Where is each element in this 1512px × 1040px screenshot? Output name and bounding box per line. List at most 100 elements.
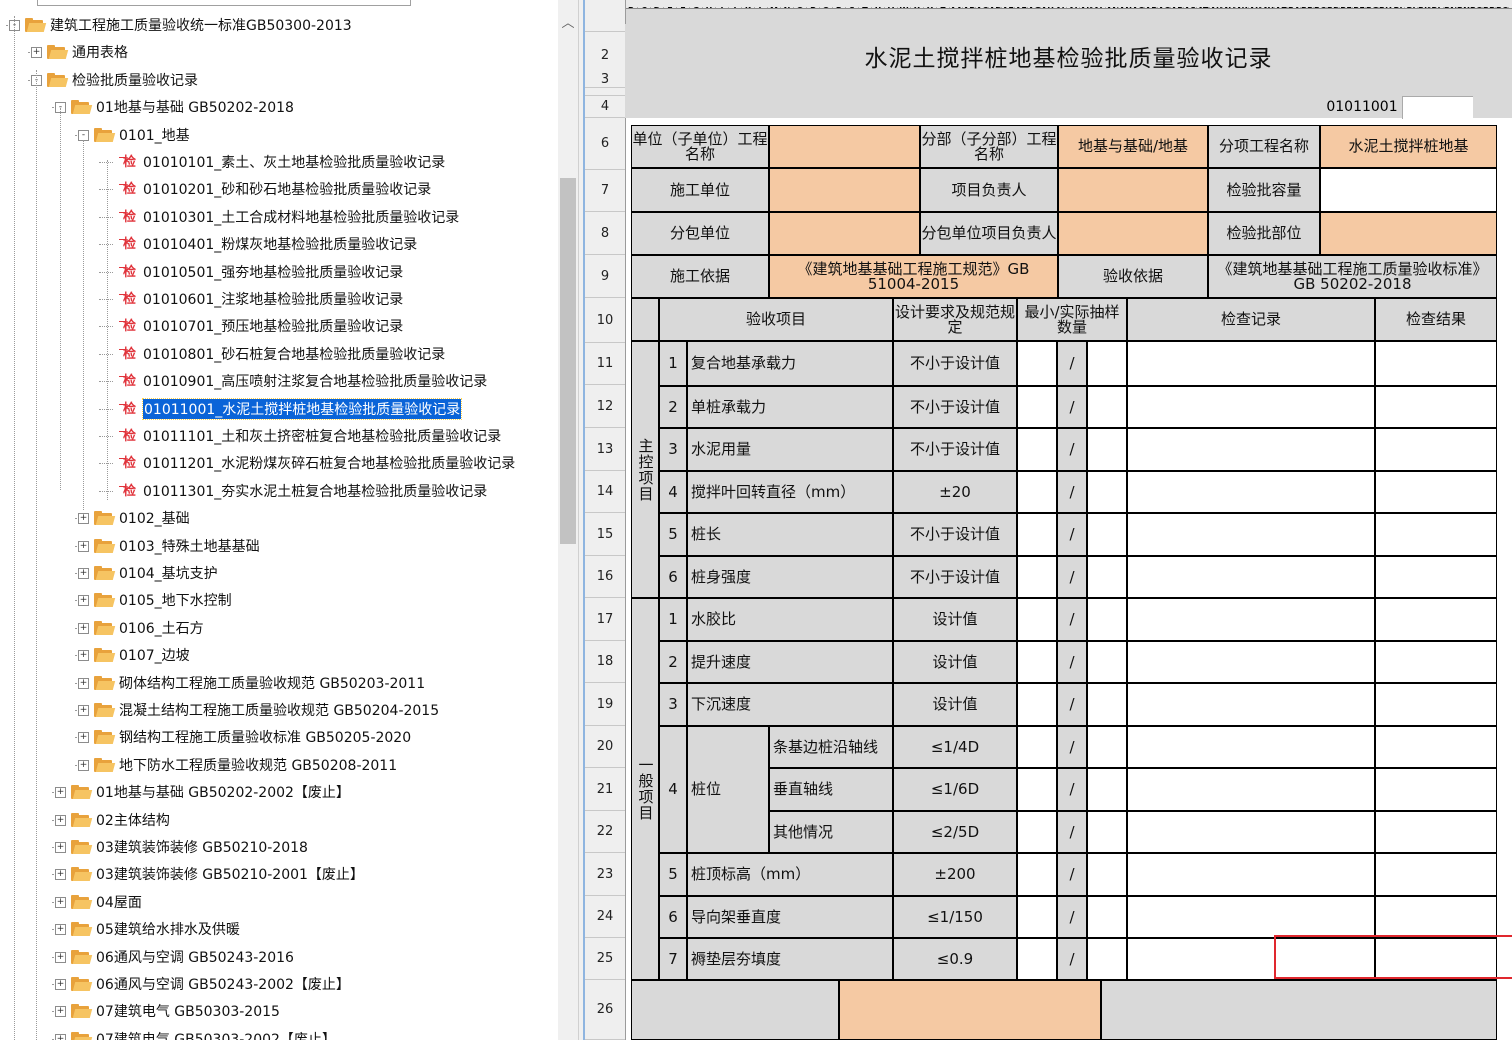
check-result[interactable] (1375, 556, 1497, 598)
sample-min[interactable] (1017, 726, 1057, 768)
expand-icon[interactable]: + (78, 622, 89, 634)
tree-item-folder[interactable]: + 通用表格 (0, 38, 556, 65)
column-letter[interactable]: BL (1431, 7, 1444, 8)
check-record[interactable] (1127, 726, 1375, 768)
row-number[interactable]: 18 (585, 641, 625, 683)
column-letter[interactable]: AA (950, 7, 963, 8)
row-number[interactable]: 4 (585, 96, 625, 118)
column-letter[interactable]: AN (1119, 7, 1132, 8)
column-letter[interactable]: R (833, 7, 846, 8)
tree-item-folder[interactable]: +0106_土石方 (0, 614, 556, 641)
column-letter[interactable]: AH (1041, 7, 1054, 8)
column-letter[interactable]: U (872, 7, 885, 8)
column-letter[interactable]: AS (1184, 7, 1197, 8)
row-number[interactable]: 23 (585, 853, 625, 896)
expand-icon[interactable]: + (78, 595, 89, 607)
column-letter[interactable]: AZ (1275, 7, 1288, 8)
sample-min[interactable] (1017, 768, 1057, 811)
check-result[interactable] (1375, 726, 1497, 768)
check-record[interactable] (1127, 513, 1375, 556)
column-letter[interactable]: AW (1236, 7, 1249, 8)
check-record[interactable] (1127, 428, 1375, 471)
check-result[interactable] (1375, 768, 1497, 811)
sample-min[interactable] (1017, 556, 1057, 598)
column-letter[interactable]: AE (1002, 7, 1015, 8)
column-letter[interactable]: S (846, 7, 859, 8)
expand-icon[interactable]: + (55, 814, 66, 826)
expand-icon[interactable]: + (55, 979, 66, 990)
sample-actual[interactable] (1087, 341, 1127, 386)
tree-item-folder[interactable]: -01地基与基础 GB50202-2018 (0, 93, 556, 120)
column-letter[interactable]: AG (1028, 7, 1041, 8)
tree-item-folder[interactable]: +03建筑装饰装修 GB50210-2001【废止】 (0, 860, 556, 887)
column-letter[interactable]: BQ (1496, 7, 1509, 8)
sample-actual[interactable] (1087, 428, 1127, 471)
sample-min[interactable] (1017, 683, 1057, 726)
check-result[interactable] (1375, 598, 1497, 641)
sample-min[interactable] (1017, 853, 1057, 896)
sample-min[interactable] (1017, 896, 1057, 938)
column-letter[interactable]: BK (1418, 7, 1431, 8)
row-number[interactable]: 21 (585, 768, 625, 811)
tree-item-folder[interactable]: +02主体结构 (0, 806, 556, 833)
check-result[interactable] (1375, 428, 1497, 471)
row-number[interactable]: 22 (585, 811, 625, 853)
check-result[interactable] (1375, 853, 1497, 896)
column-letter[interactable]: AX (1249, 7, 1262, 8)
column-letter[interactable]: P (807, 7, 820, 8)
tree-item-folder[interactable]: +0105_地下水控制 (0, 586, 556, 613)
column-letter[interactable]: Q (820, 7, 833, 8)
column-letter[interactable]: I (716, 7, 729, 8)
expand-icon[interactable]: + (78, 705, 89, 716)
column-letter[interactable]: AM (1106, 7, 1119, 8)
expand-icon[interactable]: + (31, 47, 42, 59)
basis-value[interactable]: 《建筑地基基础工程施工规范》GB 51004-2015 (769, 255, 1058, 298)
column-letter[interactable]: BH (1379, 7, 1392, 8)
collapse-icon[interactable]: - (78, 129, 89, 141)
column-letter[interactable]: AU (1210, 7, 1223, 8)
scroll-thumb[interactable] (560, 178, 576, 544)
column-letter[interactable]: BI (1392, 7, 1405, 8)
sample-actual[interactable] (1087, 683, 1127, 726)
tree-item-folder[interactable]: +03建筑装饰装修 GB50210-2018 (0, 833, 556, 860)
row-number[interactable]: 10 (585, 298, 625, 343)
sample-actual[interactable] (1087, 471, 1127, 513)
expand-icon[interactable]: + (78, 568, 89, 579)
column-letter[interactable]: BF (1353, 7, 1366, 8)
column-letter[interactable]: BP (1483, 7, 1496, 8)
tree-item-folder[interactable]: +05建筑给水排水及供暖 (0, 915, 556, 942)
division-value[interactable]: 地基与基础/地基 (1058, 125, 1208, 168)
column-letter[interactable]: O (794, 7, 807, 8)
row-number[interactable]: 14 (585, 471, 625, 513)
expand-icon[interactable]: + (78, 513, 89, 525)
sample-actual[interactable] (1087, 386, 1127, 428)
column-letter[interactable]: AJ (1067, 7, 1080, 8)
sample-min[interactable] (1017, 811, 1057, 853)
sub-pm-value[interactable] (1058, 212, 1208, 255)
column-letter[interactable]: X (911, 7, 924, 8)
row-number[interactable]: 8 (585, 212, 625, 255)
column-letter[interactable]: H (703, 7, 716, 8)
column-letter[interactable]: Y (924, 7, 937, 8)
tree-item-folder[interactable]: - 检验批质量验收记录 (0, 66, 556, 93)
column-letter[interactable]: AY (1262, 7, 1275, 8)
tree-item-folder[interactable]: +07建筑电气 GB50303-2002【废止】 (0, 1025, 556, 1040)
column-letter[interactable]: J (729, 7, 742, 8)
signature-cell[interactable] (839, 980, 1101, 1040)
column-letter[interactable]: E (664, 7, 677, 8)
column-letter[interactable]: Z (937, 7, 950, 8)
expand-icon[interactable]: + (55, 1033, 66, 1040)
unit-value[interactable] (769, 125, 920, 168)
row-number[interactable]: 19 (585, 683, 625, 726)
column-letter[interactable]: AV (1223, 7, 1236, 8)
column-letter[interactable]: G (690, 7, 703, 8)
check-result[interactable] (1375, 896, 1497, 938)
column-letter[interactable]: BM (1444, 7, 1457, 8)
batch-capacity-value[interactable] (1320, 168, 1497, 212)
column-letter[interactable]: AB (963, 7, 976, 8)
check-record[interactable] (1127, 896, 1375, 938)
column-letter[interactable]: BO (1470, 7, 1483, 8)
row-number[interactable]: 15 (585, 513, 625, 556)
column-letter[interactable]: AQ (1158, 7, 1171, 8)
expand-icon[interactable]: + (55, 787, 66, 799)
